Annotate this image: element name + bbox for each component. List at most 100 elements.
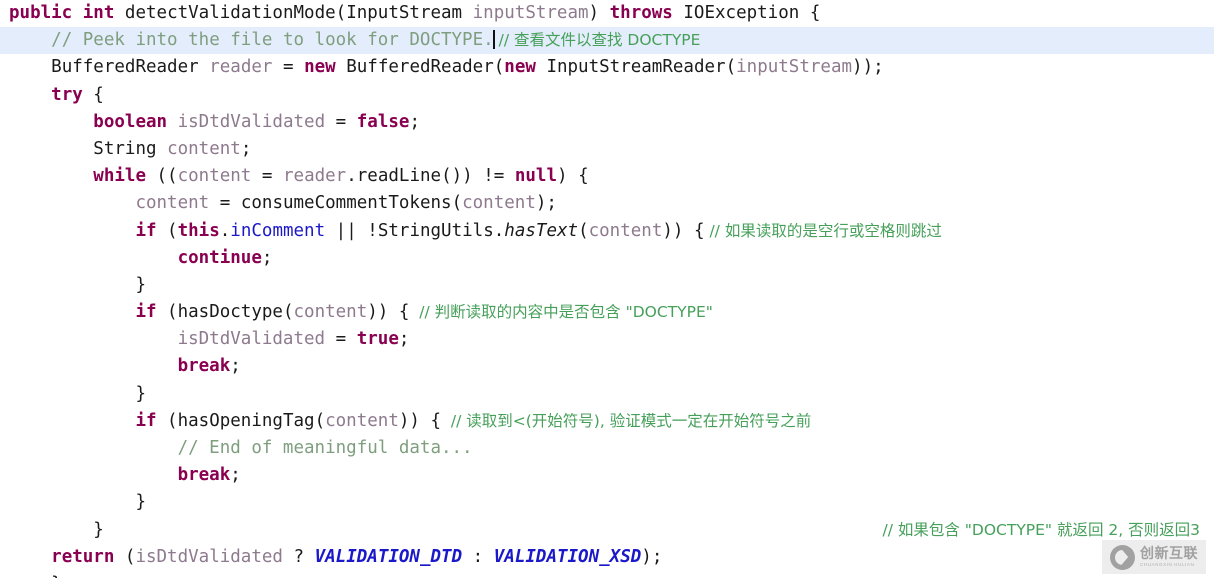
token-type: InputStreamReader [546,57,726,78]
token-punct: ); [641,546,663,567]
code-line[interactable]: if (this.inComment || !StringUtils.hasTe… [0,218,1214,245]
token-op: = [282,57,294,78]
token-cmt-cn: // 查看文件以查找 DOCTYPE [493,31,701,50]
token-punct: ; [398,329,410,350]
token-punct: } [135,274,146,295]
code-line[interactable]: isDtdValidated = true; [0,326,1214,353]
token-punct: ) [588,3,610,23]
token-punct: ( [451,193,463,214]
code-line[interactable]: } [0,272,1214,299]
code-line[interactable]: // 如果包含 "DOCTYPE" 就返回 2, 否则返回3} [0,517,1214,544]
token-kw: if [135,410,157,431]
watermark-name-en: CHUANGXIN HULIAN [1140,561,1195,567]
watermark: 创新互联 CHUANGXIN HULIAN [1102,540,1206,574]
token-type: BufferedReader [51,57,199,78]
code-line[interactable]: } [0,381,1214,408]
token-punct: )) { [662,220,705,241]
code-line[interactable]: return (isDtdValidated ? VALIDATION_DTD … [0,544,1214,571]
watermark-name-cn: 创新互联 [1140,545,1198,562]
token-kw: public [9,3,73,23]
code-line[interactable]: BufferedReader reader = new BufferedRead… [0,54,1214,81]
token-punct: (( [145,166,178,187]
token-kw: if [135,220,157,241]
token-cmt: // Peek into the file to look for DOCTYP… [51,30,494,51]
code-line[interactable]: public int detectValidationMode(InputStr… [0,0,1214,27]
code-lines-container: public int detectValidationMode(InputStr… [0,0,1214,578]
token-punct: )) { [367,302,410,323]
token-punct: ; [409,111,420,132]
token-statmeth: hasText [504,220,579,241]
code-line[interactable]: String content; [0,136,1214,163]
token-punct: ( [156,302,178,323]
token-method: hasDoctype [177,302,283,323]
token-punct: ( [156,220,178,241]
token-punct: { [799,3,821,23]
code-line[interactable]: break; [0,462,1214,489]
token-punct: ; [230,465,241,486]
token-punct: ; [261,247,273,268]
watermark-text: 创新互联 CHUANGXIN HULIAN [1140,547,1198,568]
token-kw: null [514,166,557,187]
token-punct: ( [335,3,347,23]
token-punct: ( [282,302,294,323]
code-line[interactable]: // Peek into the file to look for DOCTYP… [0,27,1214,55]
token-punct: )); [852,57,884,78]
token-var: isDtdValidated [177,329,326,350]
code-line[interactable]: continue; [0,245,1214,272]
code-line[interactable]: break; [0,353,1214,380]
token-var: content [135,193,210,214]
token-punct: ; [240,138,252,159]
code-line[interactable]: } [0,571,1214,578]
code-line[interactable]: content = consumeCommentTokens(content); [0,190,1214,217]
code-line[interactable]: try { [0,82,1214,109]
code-line[interactable]: boolean isDtdValidated = false; [0,109,1214,136]
code-line[interactable]: // End of meaningful data... [0,435,1214,462]
token-kw: new [304,57,336,78]
code-line[interactable]: if (hasOpeningTag(content)) { // 读取到<(开始… [0,408,1214,435]
code-line[interactable]: while ((content = reader.readLine()) != … [0,163,1214,190]
token-op: = [219,193,231,214]
token-kw: try [51,84,83,105]
token-kw: if [135,302,157,323]
token-kw: false [356,111,410,132]
token-var: inputStream [472,3,589,23]
token-punct: } [135,383,146,404]
token-type: StringUtils [377,220,494,241]
code-editor[interactable]: public int detectValidationMode(InputStr… [0,0,1214,578]
token-kw: int [82,3,115,23]
token-type: String [93,138,157,159]
code-line[interactable]: if (hasDoctype(content)) { // 判断读取的内容中是否… [0,299,1214,326]
token-kw: boolean [93,111,168,132]
code-line[interactable]: } [0,489,1214,516]
token-cmt-cn: // 判断读取的内容中是否包含 "DOCTYPE" [409,303,713,322]
token-var: reader [283,166,347,187]
